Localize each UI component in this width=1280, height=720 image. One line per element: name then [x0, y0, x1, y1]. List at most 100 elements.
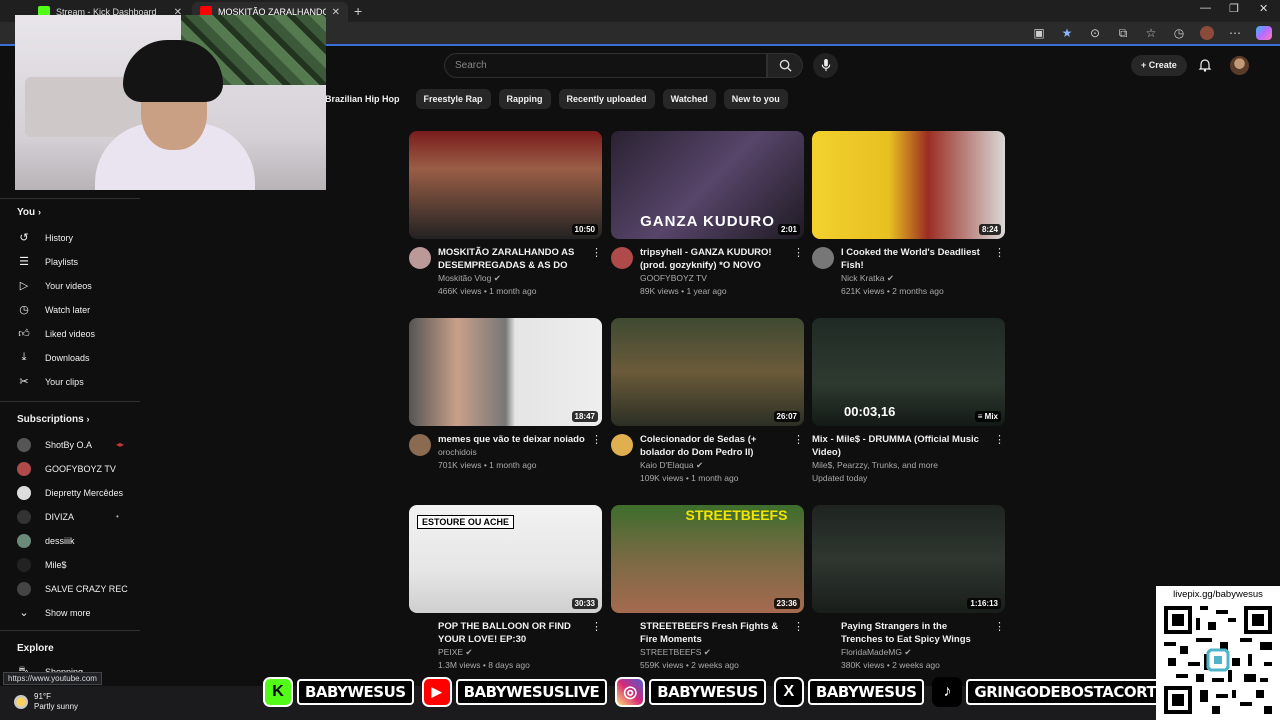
split-screen-icon[interactable]: ▣	[1032, 26, 1046, 41]
copilot-icon[interactable]	[1256, 26, 1272, 40]
minimize-button[interactable]: —	[1200, 2, 1211, 14]
video-card[interactable]: 18:47 memes que vão te deixar noiado oro…	[409, 318, 602, 472]
video-card[interactable]: GANZA KUDURO 2:01 tripsyhell - GANZA KUD…	[611, 131, 804, 298]
video-thumbnail[interactable]: ESTOURE OU ACHE 30:33	[409, 505, 602, 613]
video-title[interactable]: Paying Strangers in the Trenches to Eat …	[841, 620, 991, 646]
channel-avatar[interactable]	[611, 247, 633, 269]
video-thumbnail[interactable]: 26:07	[611, 318, 804, 426]
voice-search-button[interactable]	[813, 53, 838, 78]
video-card[interactable]: STREETBEEFS 23:36 STREETBEEFS Fresh Figh…	[611, 505, 804, 672]
video-title[interactable]: I Cooked the World's Deadliest Fish!	[841, 246, 991, 272]
chip-rapping[interactable]: Rapping	[498, 89, 551, 109]
search-input[interactable]: Search	[444, 53, 767, 78]
channel-name[interactable]: Kaio D'Elaqua	[640, 460, 694, 470]
profile-avatar[interactable]	[1200, 26, 1214, 40]
chip-freestyle-rap[interactable]: Freestyle Rap	[415, 89, 491, 109]
video-title[interactable]: tripsyhell - GANZA KUDURO! (prod. gozykn…	[640, 246, 790, 272]
video-title[interactable]: MOSKITÃO ZARALHANDO AS DESEMPREGADAS & A…	[438, 246, 588, 272]
channel-name[interactable]: FloridaMadeMG	[841, 647, 902, 657]
sidebar-item-subscription[interactable]: DIVIZA	[17, 510, 74, 524]
video-thumbnail[interactable]: GANZA KUDURO 2:01	[611, 131, 804, 239]
channel-avatar[interactable]	[611, 434, 633, 456]
sidebar-section-you[interactable]: You ›	[17, 207, 41, 218]
close-window-button[interactable]: ✕	[1259, 2, 1268, 15]
video-title[interactable]: Mix - Mile$ - DRUMMA (Official Music Vid…	[812, 433, 991, 459]
chip-watched[interactable]: Watched	[662, 89, 716, 109]
sidebar-item-liked-videos[interactable]: 👍︎ Liked videos	[17, 327, 95, 340]
video-card[interactable]: ESTOURE OU ACHE 30:33 POP THE BALLOON OR…	[409, 505, 602, 672]
sidebar-item-history[interactable]: ↺ History	[17, 231, 73, 244]
video-thumbnail[interactable]: 18:47	[409, 318, 602, 426]
more-actions-icon[interactable]: ⋮	[591, 246, 602, 259]
video-title[interactable]: memes que vão te deixar noiado	[438, 433, 588, 446]
video-thumbnail[interactable]: 8:24	[812, 131, 1005, 239]
sidebar-item-watch-later[interactable]: ◷ Watch later	[17, 303, 90, 316]
channel-name[interactable]: orochidois	[438, 446, 588, 459]
youtube-icon: ▶	[421, 677, 452, 707]
more-actions-icon[interactable]: ⋮	[994, 620, 1005, 633]
chip-new-to-you[interactable]: New to you	[723, 89, 788, 109]
more-actions-icon[interactable]: ⋮	[994, 433, 1005, 446]
weather-widget[interactable]: 91°F Partly sunny	[14, 692, 78, 712]
video-title[interactable]: POP THE BALLOON OR FIND YOUR LOVE! EP:30	[438, 620, 588, 646]
favorite-star-icon[interactable]: ★	[1060, 26, 1074, 41]
maximize-button[interactable]: ❐	[1229, 2, 1239, 15]
video-thumbnail[interactable]: STREETBEEFS 23:36	[611, 505, 804, 613]
create-button[interactable]: + Create	[1131, 55, 1187, 76]
video-card[interactable]: 26:07 Colecionador de Sedas (+ bolador d…	[611, 318, 804, 485]
sidebar-item-subscription[interactable]: Mile$	[17, 558, 67, 572]
extensions-icon[interactable]: ⧉	[1116, 26, 1130, 41]
more-actions-icon[interactable]: ⋮	[793, 620, 804, 633]
video-thumbnail[interactable]: 1:16:13	[812, 505, 1005, 613]
channel-avatar[interactable]	[812, 247, 834, 269]
channel-name[interactable]: Mile$, Pearzzy, Trunks, and more	[812, 459, 991, 472]
sidebar-item-subscription[interactable]: SALVE CRAZY REC	[17, 582, 128, 596]
sidebar-item-subscription[interactable]: Diepretty Mercêdes	[17, 486, 123, 500]
video-card[interactable]: 8:24 I Cooked the World's Deadliest Fish…	[812, 131, 1005, 298]
live-indicator-icon: ◂▸	[116, 440, 125, 449]
more-menu-icon[interactable]: ⋯	[1228, 26, 1242, 41]
account-avatar[interactable]	[1230, 56, 1249, 75]
channel-name[interactable]: PEIXE	[438, 647, 463, 657]
chip-recently-uploaded[interactable]: Recently uploaded	[558, 89, 655, 109]
video-card[interactable]: 1:16:13 Paying Strangers in the Trenches…	[812, 505, 1005, 672]
sidebar-section-subscriptions[interactable]: Subscriptions ›	[17, 414, 89, 425]
channel-name[interactable]: Moskitão Vlog	[438, 273, 491, 283]
sidebar-item-subscription[interactable]: GOOFYBOYZ TV	[17, 462, 116, 476]
qr-code	[1164, 606, 1272, 714]
sidebar-item-your-videos[interactable]: ▷ Your videos	[17, 279, 92, 292]
more-actions-icon[interactable]: ⋮	[793, 433, 804, 446]
sidebar-item-your-clips[interactable]: ✂ Your clips	[17, 375, 83, 388]
channel-avatar[interactable]	[409, 434, 431, 456]
notifications-bell-icon[interactable]	[1198, 58, 1212, 72]
chevron-down-icon: ⌄	[19, 607, 29, 619]
favorites-icon[interactable]: ☆	[1144, 26, 1158, 41]
video-title[interactable]: Colecionador de Sedas (+ bolador do Dom …	[640, 433, 790, 459]
chip-brazilian-hip-hop[interactable]: Brazilian Hip Hop	[325, 89, 408, 109]
channel-name[interactable]: STREETBEEFS	[640, 647, 701, 657]
close-tab-icon[interactable]: ✕	[332, 7, 340, 18]
more-actions-icon[interactable]: ⋮	[793, 246, 804, 259]
video-thumbnail[interactable]: 00:03,16 ≡ Mix	[812, 318, 1005, 426]
sidebar-item-downloads[interactable]: ⤓ Downloads	[17, 351, 90, 364]
more-actions-icon[interactable]: ⋮	[591, 620, 602, 633]
create-label: Create	[1148, 60, 1177, 70]
sidebar-item-subscription[interactable]: dessiiik	[17, 534, 75, 548]
video-card[interactable]: 00:03,16 ≡ Mix Mix - Mile$ - DRUMMA (Off…	[812, 318, 1005, 485]
video-card[interactable]: 10:50 MOSKITÃO ZARALHANDO AS DESEMPREGAD…	[409, 131, 602, 298]
channel-avatar[interactable]	[409, 247, 431, 269]
new-tab-button[interactable]: +	[354, 3, 362, 19]
video-stats: 466K views • 1 month ago	[438, 286, 537, 296]
search-button[interactable]	[767, 53, 803, 78]
channel-name[interactable]: Nick Kratka	[841, 273, 884, 283]
more-actions-icon[interactable]: ⋮	[994, 246, 1005, 259]
sidebar-show-more[interactable]: ⌄ Show more	[17, 606, 90, 619]
sidebar-item-playlists[interactable]: ☰ Playlists	[17, 255, 78, 268]
sidebar-item-subscription[interactable]: ShotBy O.A	[17, 438, 92, 452]
video-thumbnail[interactable]: 10:50	[409, 131, 602, 239]
more-actions-icon[interactable]: ⋮	[591, 433, 602, 446]
video-title[interactable]: STREETBEEFS Fresh Fights & Fire Moments	[640, 620, 790, 646]
history-icon[interactable]: ◷	[1172, 26, 1186, 41]
zoom-icon[interactable]: ⊙	[1088, 26, 1102, 41]
channel-name[interactable]: GOOFYBOYZ TV	[640, 272, 790, 285]
